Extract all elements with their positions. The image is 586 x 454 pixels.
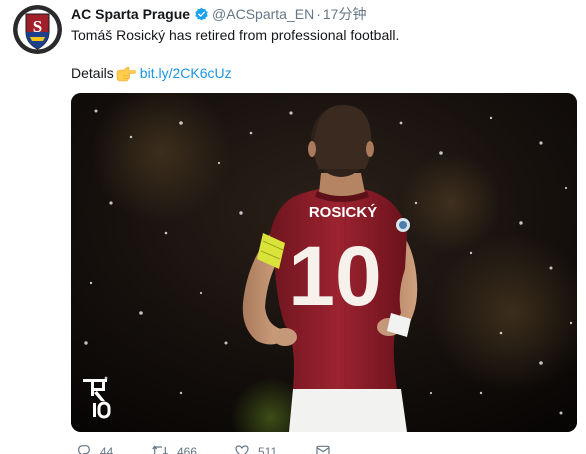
timestamp[interactable]: 17分钟 — [323, 6, 367, 22]
details-label: Details — [71, 65, 114, 81]
tweet-text: Tomáš Rosický has retired from professio… — [71, 27, 400, 43]
separator: · — [316, 6, 321, 22]
verified-badge-icon — [194, 7, 209, 26]
tweet: S AC Sparta Prague @ACSparta_EN · 17分钟 Tomá… — [0, 0, 586, 454]
retweet-button[interactable]: 466 — [151, 443, 197, 454]
photo-image: ROSICKÝ 10 — [71, 93, 577, 432]
reply-icon — [78, 445, 90, 454]
details-line: Details bit.ly/2CK6cUz — [71, 64, 232, 86]
handle[interactable]: @ACSparta_EN — [212, 6, 314, 22]
tweet-header: AC Sparta Prague @ACSparta_EN · 17分钟 — [71, 5, 366, 26]
jersey-name: ROSICKÝ — [309, 203, 377, 221]
svg-text:S: S — [33, 17, 42, 36]
retweet-count: 466 — [177, 445, 198, 454]
message-button[interactable] — [314, 443, 332, 454]
retweet-icon — [152, 445, 168, 454]
pointing-hand-icon — [116, 66, 136, 86]
like-count: 511 — [258, 445, 278, 454]
avatar[interactable]: S — [13, 5, 62, 54]
tweet-photo[interactable]: ROSICKÝ 10 — [71, 93, 577, 432]
jersey-number: 10 — [288, 229, 381, 323]
details-link[interactable]: bit.ly/2CK6cUz — [140, 65, 232, 81]
sparta-crest-icon: S — [13, 5, 62, 54]
account-name[interactable]: AC Sparta Prague — [71, 6, 190, 22]
reply-button[interactable]: 44 — [76, 443, 113, 454]
like-button[interactable]: 511 — [234, 443, 277, 454]
like-icon — [235, 445, 249, 454]
reply-count: 44 — [100, 445, 114, 454]
message-icon — [316, 445, 330, 454]
